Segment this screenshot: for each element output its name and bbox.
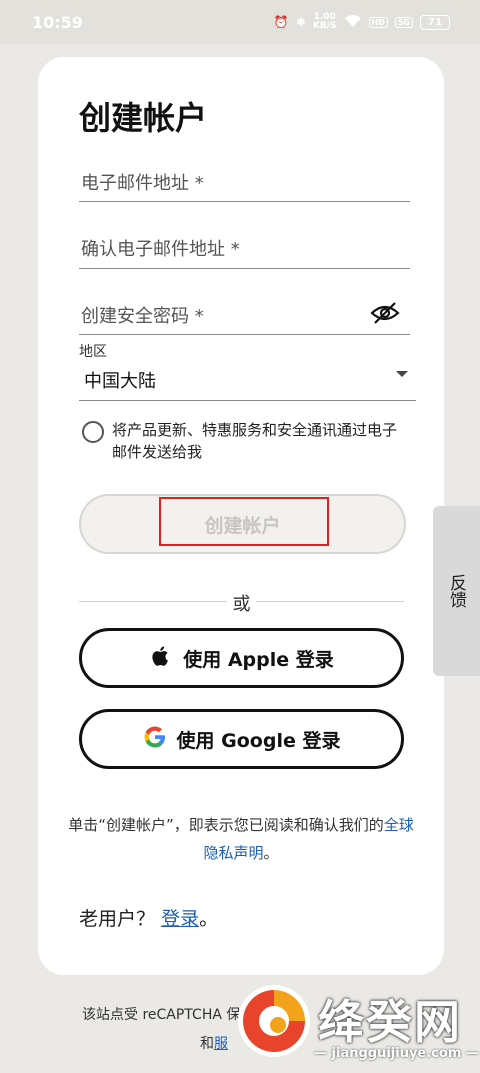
battery-icon: 71 — [420, 14, 450, 30]
password-field[interactable]: 创建安全密码 * — [79, 290, 410, 335]
signup-card: 创建帐户 电子邮件地址 * 确认电子邮件地址 * 创建安全密码 * 地区 中国大… — [38, 57, 444, 975]
status-icons: ⏰ ✱ 1.00 KB/S HD 5G 71 — [274, 13, 450, 31]
status-time: 10:59 — [32, 12, 83, 32]
region-select[interactable]: 地区 中国大陆 — [79, 341, 416, 401]
feedback-label: 反馈 — [446, 574, 466, 608]
or-label: 或 — [232, 594, 251, 615]
apple-icon — [149, 644, 173, 672]
legal-text: 单击“创建帐户”，即表示您已阅读和确认我们的全球隐私声明。 — [68, 816, 414, 862]
apple-signin-label: 使用 Apple 登录 — [183, 648, 334, 671]
signal-icon: 5G — [394, 16, 413, 28]
marketing-optin-text: 将产品更新、特惠服务和安全通讯通过电子邮件发送给我 — [112, 421, 398, 461]
eye-off-icon[interactable] — [370, 301, 400, 325]
region-label: 地区 — [79, 344, 107, 360]
watermark-url: — jiangguijiuye.com — — [314, 1046, 479, 1061]
region-value: 中国大陆 — [84, 371, 156, 392]
feedback-tab[interactable]: 反馈 — [433, 506, 480, 676]
recaptcha-notice: 该站点受 reCAPTCHA 保 — [82, 1007, 241, 1023]
login-link[interactable]: 登录 — [161, 908, 199, 930]
caret-down-icon — [396, 371, 408, 377]
watermark-name: 绛癸网 — [318, 995, 462, 1049]
recaptcha-notice-line2: 和服 — [200, 1036, 228, 1052]
email-field[interactable]: 电子邮件地址 * — [79, 157, 410, 202]
bluetooth-icon: ✱ — [295, 15, 306, 29]
alarm-icon: ⏰ — [273, 15, 289, 29]
or-divider: 或 — [79, 590, 404, 615]
google-icon — [143, 725, 167, 753]
terms-link[interactable]: 服 — [214, 1036, 228, 1052]
password-placeholder: 创建安全密码 * — [81, 306, 204, 327]
google-signin-button[interactable]: 使用 Google 登录 — [79, 709, 404, 769]
confirm-email-field[interactable]: 确认电子邮件地址 * — [79, 223, 410, 269]
net-speed: 1.00 KB/S — [312, 12, 337, 31]
watermark-logo — [237, 984, 311, 1058]
email-placeholder: 电子邮件地址 * — [81, 173, 204, 194]
marketing-checkbox[interactable] — [82, 421, 104, 443]
confirm-email-placeholder: 确认电子邮件地址 * — [81, 239, 240, 260]
status-bar: 10:59 ⏰ ✱ 1.00 KB/S HD 5G 71 — [0, 0, 480, 44]
google-signin-label: 使用 Google 登录 — [176, 729, 341, 752]
apple-signin-button[interactable]: 使用 Apple 登录 — [79, 628, 404, 688]
wifi-icon — [344, 14, 362, 31]
hd-badge: HD — [368, 16, 388, 28]
existing-user-row: 老用户？ 登录。 — [79, 908, 219, 930]
page-title: 创建帐户 — [79, 99, 208, 137]
highlight-box — [159, 497, 329, 546]
